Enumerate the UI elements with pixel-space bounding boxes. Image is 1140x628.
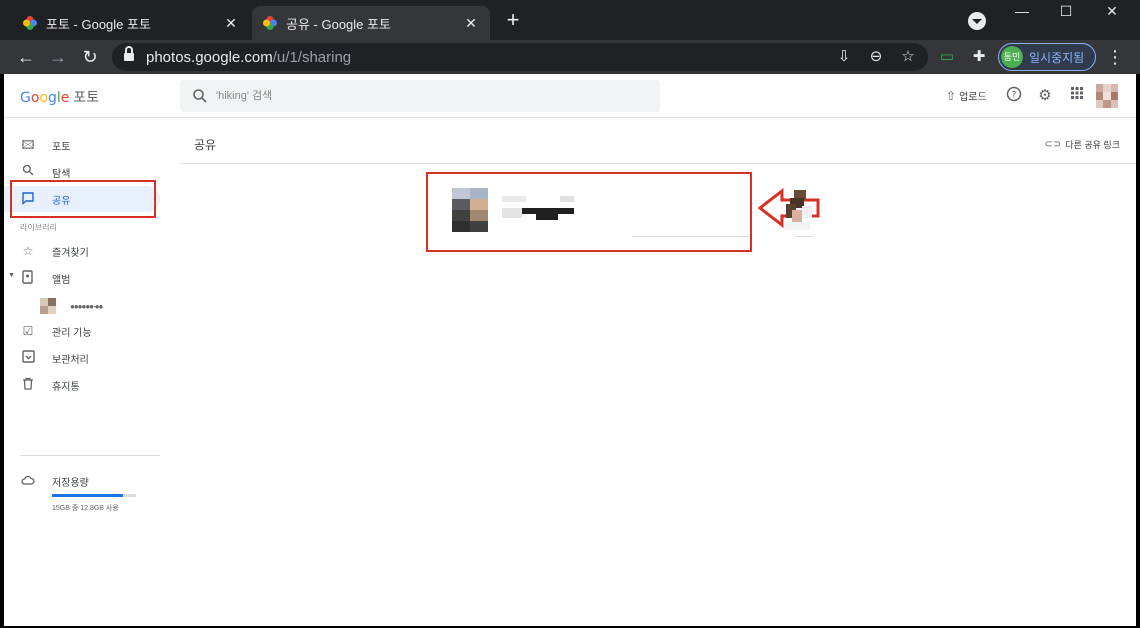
utilities-icon: ☑ <box>22 324 34 338</box>
search-icon <box>20 164 36 180</box>
sidebar-item-storage[interactable]: 저장용량 <box>4 468 160 494</box>
page-title: 공유 <box>194 138 217 152</box>
url-text[interactable]: photos.google.com/u/1/sharing <box>146 49 351 66</box>
user-avatar[interactable] <box>1096 84 1118 108</box>
google-photos-pinwheel-icon <box>22 15 38 31</box>
upload-icon: ⇧ <box>946 88 957 103</box>
logo-letter: G <box>20 90 31 106</box>
link-icon: ⊂⊃ <box>1044 139 1062 150</box>
profile-avatar: 동민 <box>1001 46 1023 68</box>
apps-grid-icon[interactable] <box>1067 86 1087 106</box>
album-child-label: ●●●●●●-●● <box>70 301 103 311</box>
star-icon: ☆ <box>22 244 34 258</box>
sidebar-item-label: 보관처리 <box>52 354 89 366</box>
product-name: 포토 <box>73 90 100 106</box>
photo-icon: 🖾 <box>21 138 35 152</box>
library-section-label: 라이브러리 <box>20 223 57 232</box>
close-tab-icon[interactable]: ✕ <box>462 14 480 32</box>
google-photos-page: Google포토 ⇧ 업로드 ? ⚙ 🖾 포토 <box>4 74 1136 626</box>
profile-status-label: 일시중지됨 <box>1029 50 1085 65</box>
sidebar-item-label: 포토 <box>52 141 71 153</box>
svg-text:?: ? <box>1012 91 1017 101</box>
close-tab-icon[interactable]: ✕ <box>222 14 240 32</box>
logo-letter: o <box>39 90 49 106</box>
google-photos-pinwheel-icon <box>262 15 278 31</box>
sidebar-item-label: 저장용량 <box>52 477 89 489</box>
sharer-avatar-icon <box>784 190 812 230</box>
sidebar-divider <box>20 455 160 456</box>
sidebar-item-label: 관리 기능 <box>52 327 92 339</box>
minimize-button[interactable]: — <box>999 0 1045 24</box>
tab-sharing[interactable]: 공유 - Google 포토 ✕ <box>252 6 490 40</box>
album-thumbnail <box>40 298 56 314</box>
album-icon <box>20 270 36 286</box>
trash-icon <box>20 377 36 393</box>
expand-caret-icon[interactable]: ▼ <box>8 272 15 279</box>
address-bar[interactable]: photos.google.com/u/1/sharing ⇩ ⊖ ☆ <box>112 43 928 71</box>
cloud-icon <box>20 473 36 489</box>
card-divider <box>796 236 814 237</box>
tab-photos[interactable]: 포토 - Google 포토 ✕ <box>12 6 250 40</box>
photo-search-bar[interactable] <box>180 80 660 112</box>
help-icon[interactable]: ? <box>1004 86 1024 106</box>
storage-progress-fill <box>52 494 124 497</box>
sidebar-item-label: 휴지통 <box>52 381 80 393</box>
highlight-box-sharing <box>10 180 156 218</box>
zoom-icon[interactable]: ⊖ <box>866 47 886 67</box>
sidebar-item-favorites[interactable]: ☆ 즐겨찾기 <box>4 238 160 264</box>
profile-chip[interactable]: 동민 일시중지됨 <box>998 43 1096 71</box>
sidebar-item-albums[interactable]: ▼ 앨범 <box>4 265 160 291</box>
bookmark-star-icon[interactable]: ☆ <box>898 47 918 67</box>
logo-letter: g <box>48 90 57 106</box>
lock-icon <box>124 46 134 62</box>
sidebar-item-label: 탐색 <box>52 168 71 180</box>
upload-label: 업로드 <box>959 92 987 103</box>
sidebar-item-utilities[interactable]: ☑ 관리 기능 <box>4 318 160 344</box>
tv-extension-icon[interactable]: ▭ <box>936 46 958 68</box>
album-child-item[interactable]: ●●●●●●-●● <box>40 294 160 318</box>
back-arrow-icon[interactable]: ← <box>14 45 38 69</box>
archive-icon <box>20 350 36 366</box>
storage-usage-text: 15GB 중 12.8GB 사용 <box>52 505 119 512</box>
app-header: Google포토 ⇧ 업로드 ? ⚙ <box>4 74 1136 118</box>
search-icon <box>193 89 207 103</box>
sidebar-item-archive[interactable]: 보관처리 <box>4 345 160 371</box>
google-photos-logo[interactable]: Google 포토 <box>20 87 99 107</box>
url-host: photos.google.com <box>146 49 273 66</box>
forward-arrow-icon[interactable]: → <box>46 45 70 69</box>
tab-title: 포토 - Google 포토 <box>46 16 151 32</box>
header-divider <box>180 163 1136 164</box>
tab-search-icon[interactable] <box>968 12 986 30</box>
main-content: 공유 ⊂⊃ 다른 공유 링크 <box>164 118 1136 626</box>
extensions-puzzle-icon[interactable]: ✚ <box>968 46 990 68</box>
install-app-icon[interactable]: ⇩ <box>834 47 854 67</box>
storage-progress-bar <box>52 494 136 497</box>
sidebar-item-label: 앨범 <box>52 274 71 286</box>
sidebar-item-label: 즐겨찾기 <box>52 247 89 259</box>
search-input[interactable] <box>216 86 616 106</box>
url-path: /u/1/sharing <box>272 49 352 66</box>
new-tab-button[interactable]: + <box>502 9 524 32</box>
settings-gear-icon[interactable]: ⚙ <box>1035 86 1055 106</box>
other-sharing-links-button[interactable]: ⊂⊃ 다른 공유 링크 <box>1045 138 1120 151</box>
browser-menu-icon[interactable]: ⋮ <box>1106 45 1124 69</box>
logo-letter: e <box>60 90 70 106</box>
other-sharing-links-label: 다른 공유 링크 <box>1065 140 1120 150</box>
maximize-button[interactable]: ☐ <box>1043 0 1089 24</box>
tab-title: 공유 - Google 포토 <box>286 16 391 32</box>
browser-titlebar: 포토 - Google 포토 ✕ 공유 - Google 포토 ✕ + — ☐ … <box>0 0 1140 40</box>
sidebar-item-photos[interactable]: 🖾 포토 <box>4 132 160 158</box>
close-window-button[interactable]: ✕ <box>1089 0 1135 24</box>
browser-toolbar: ← → ↻ photos.google.com/u/1/sharing ⇩ ⊖ … <box>0 40 1140 74</box>
upload-button[interactable]: ⇧ 업로드 <box>946 88 987 104</box>
sidebar-item-trash[interactable]: 휴지통 <box>4 372 160 398</box>
reload-icon[interactable]: ↻ <box>78 45 102 69</box>
highlight-box-card <box>426 172 752 252</box>
